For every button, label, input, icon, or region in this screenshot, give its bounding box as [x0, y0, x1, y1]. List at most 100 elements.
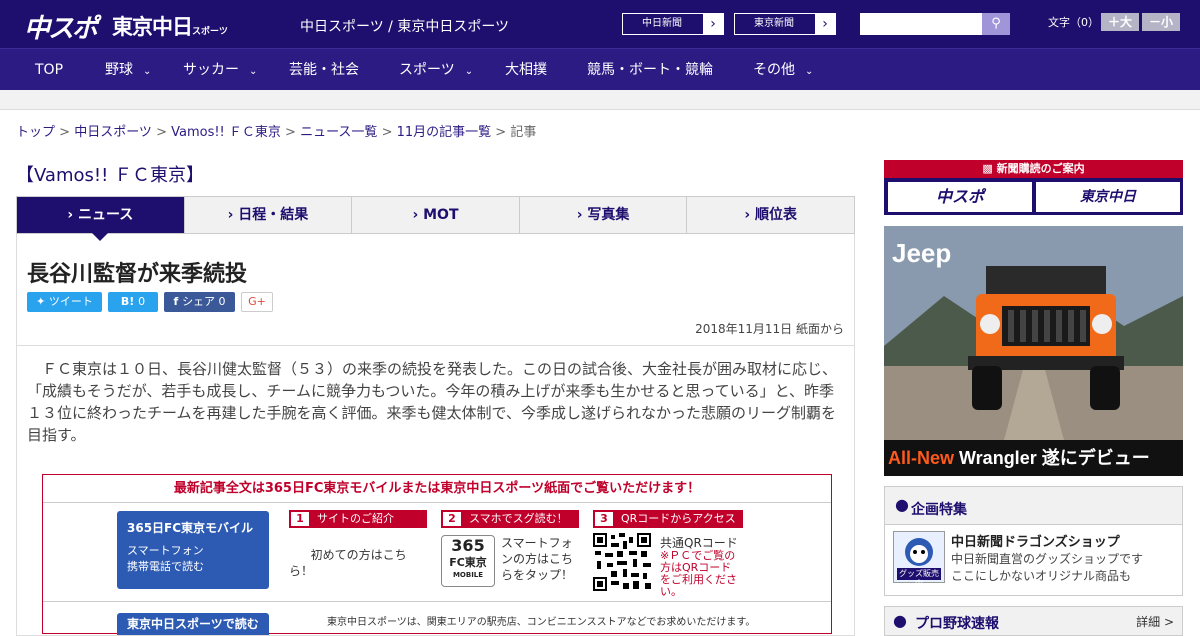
dragons-shop-icon[interactable]: グッズ販売中	[893, 531, 945, 588]
subscribe-tokyo-button[interactable]: 東京中日	[1036, 182, 1180, 212]
nav-sports[interactable]: スポーツ ⌄	[399, 49, 473, 91]
shop-description: 中日新聞直営のグッズショップです ここにしかないオリジナル商品も	[951, 552, 1144, 583]
app-fc-text: FC東京	[449, 556, 487, 569]
ad-headline: All-New Wrangler 遂にデビュー	[884, 440, 1183, 476]
article-date: 2018年11月11日 紙面から	[695, 322, 844, 336]
subscription-title: ▩ 新聞購読のご案内	[884, 160, 1183, 178]
search-button[interactable]: ⚲	[982, 13, 1010, 35]
top-header: 中スポ 東京中日スポーツ 中日スポーツ / 東京中日スポーツ 中日新聞 › 東京新…	[0, 0, 1200, 48]
feature-header: ● 企画特集	[885, 487, 1182, 525]
nav-label: その他	[753, 62, 795, 78]
search-icon: ⚲	[991, 16, 1001, 31]
nav-other[interactable]: その他 ⌄	[753, 49, 813, 91]
breadcrumb-top[interactable]: トップ	[16, 125, 55, 140]
breadcrumb-vamos[interactable]: Vamos!! ＦＣ東京	[171, 125, 281, 140]
step-smartphone: 2 スマホでスグ読む！	[441, 510, 579, 528]
tokyo-chunichi-logo[interactable]: 東京中日スポーツ	[112, 11, 228, 41]
ad-headline-text: Wrangler 遂にデビュー	[954, 448, 1150, 468]
newspaper-icon: ▩	[982, 162, 997, 175]
nav-sumo[interactable]: 大相撲	[505, 49, 547, 91]
nav-baseball[interactable]: 野球 ⌄	[105, 49, 151, 91]
facebook-share-button[interactable]: f シェア 0	[164, 292, 235, 312]
tokyo-sports-text: 東京中日スポーツは、関東エリアの駅売店、コンビニエンスストアなどでお求めいただけ…	[327, 617, 756, 628]
qr-code-icon	[593, 533, 651, 591]
nav-label: 競馬・ボート・競輪	[587, 62, 713, 78]
chevron-right-icon: ›	[703, 14, 723, 34]
breadcrumb-chuspo[interactable]: 中日スポーツ	[74, 125, 152, 140]
section-title: 【Vamos!! ＦＣ東京】	[16, 165, 205, 186]
facebook-label: シェア 0	[182, 295, 226, 308]
nav-top[interactable]: TOP	[35, 49, 63, 91]
hatena-icon: B!	[120, 295, 139, 308]
fc-tokyo-mobile-app-icon[interactable]: 365 FC東京 MOBILE	[441, 535, 495, 587]
jeep-ad-banner[interactable]: Jeep All-New Wrangler 遂にデビュー	[884, 226, 1183, 476]
tab-mot[interactable]: › MOT	[352, 197, 520, 233]
nav-label: スポーツ	[399, 62, 455, 78]
subscription-title-text: 新聞購読のご案内	[996, 162, 1085, 175]
qr-note: ※ＰＣでご覧の方はQRコードをご利用ください。	[660, 549, 737, 598]
chuspo-logo[interactable]: 中スポ	[24, 8, 98, 45]
subscribe-chuspo-button[interactable]: 中スポ	[888, 182, 1032, 212]
facebook-icon: f	[173, 295, 183, 308]
chunichi-shimbun-link[interactable]: 中日新聞 ›	[622, 13, 724, 35]
chunichi-shimbun-label: 中日新聞	[642, 18, 682, 29]
fc-tokyo-mobile-banner[interactable]: 365日FC東京モバイル スマートフォン 携帯電話で読む	[117, 511, 269, 589]
shop-badge-text: グッズ販売中	[899, 569, 939, 588]
tweet-button[interactable]: ✦ ツイート	[27, 292, 102, 312]
nav-entertainment[interactable]: 芸能・社会	[289, 49, 359, 91]
search-input[interactable]	[860, 13, 982, 35]
chevron-down-icon: ⌄	[464, 66, 474, 77]
app-365-text: 365	[451, 536, 485, 555]
step-label: QRコードからアクセス	[621, 512, 736, 525]
tab-news[interactable]: › ニュース	[17, 197, 185, 241]
subscription-promo: 最新記事全文は365日FC東京モバイルまたは東京中日スポーツ紙面でご覧いただけま…	[42, 474, 832, 635]
breadcrumb-november[interactable]: 11月の記事一覧	[397, 125, 492, 140]
step-smartphone-link[interactable]: スマートフォンの方はこちらをタップ！	[501, 535, 579, 583]
nav-label: 芸能・社会	[289, 62, 359, 78]
baseball-icon: ●	[893, 611, 907, 630]
breadcrumb-news-list[interactable]: ニュース一覧	[300, 125, 377, 140]
baseball-live-box: ● プロ野球速報 詳細 >	[884, 606, 1183, 636]
step-number: 1	[291, 512, 309, 526]
article-title: 長谷川監督が来季続投	[27, 262, 248, 287]
nav-soccer[interactable]: サッカー ⌄	[183, 49, 257, 91]
tokyo-chunichi-sports-banner[interactable]: 東京中日スポーツで読む	[117, 613, 269, 635]
tokyo-shimbun-label: 東京新聞	[754, 18, 794, 29]
step-number: 2	[443, 512, 461, 526]
feature-box: ● 企画特集 グッズ販売中 中日新聞ドラゴンズショップ 中日新聞直営のグッズショ…	[884, 486, 1183, 596]
hatena-count: 0	[138, 295, 146, 308]
tokyo-shimbun-link[interactable]: 東京新聞 ›	[734, 13, 836, 35]
chevron-down-icon: ⌄	[805, 66, 814, 77]
shop-name[interactable]: 中日新聞ドラゴンズショップ	[951, 531, 1120, 550]
font-larger-button[interactable]: ＋大	[1101, 13, 1139, 31]
article-body: ＦＣ東京は１０日、長谷川健太監督（５３）の来季の続投を発表した。この日の試合後、…	[16, 346, 855, 636]
hatena-button[interactable]: B! 0	[108, 292, 158, 312]
gplus-button[interactable]: G+	[241, 292, 273, 312]
ad-brand: Jeep	[892, 238, 952, 268]
baseball-title: プロ野球速報	[915, 616, 999, 632]
baseball-more-link[interactable]: 詳細 >	[1136, 613, 1174, 630]
promo-title: 最新記事全文は365日FC東京モバイルまたは東京中日スポーツ紙面でご覧いただけま…	[43, 475, 831, 503]
tab-schedule[interactable]: › 日程・結果	[185, 197, 353, 233]
mobile-title: 365日FC東京モバイル	[127, 521, 254, 535]
step-site-intro-link[interactable]: 初めての方はこちら！	[289, 547, 419, 579]
breadcrumb: トップ > 中日スポーツ > Vamos!! ＦＣ東京 > ニュース一覧 > 1…	[16, 125, 537, 140]
tweet-label: ツイート	[48, 295, 93, 308]
mobile-subtitle: スマートフォン 携帯電話で読む	[127, 544, 204, 573]
step-number: 3	[595, 512, 613, 526]
twitter-icon: ✦	[36, 295, 49, 308]
article-header: 長谷川監督が来季続投 ✦ ツイート B! 0 f シェア 0 G+ 2018年1…	[16, 234, 855, 346]
app-mobile-text: MOBILE	[452, 571, 484, 579]
main-nav: TOP 野球 ⌄ サッカー ⌄ 芸能・社会 スポーツ ⌄ 大相撲 競馬・ボート・競輪 …	[0, 48, 1200, 90]
font-smaller-button[interactable]: －小	[1142, 13, 1180, 31]
chevron-down-icon: ⌄	[249, 66, 258, 77]
nav-racing[interactable]: 競馬・ボート・競輪	[587, 49, 713, 91]
tokyo-logo-small: スポーツ	[192, 27, 228, 37]
gray-strip	[0, 90, 1200, 110]
tab-standings[interactable]: › 順位表	[687, 197, 854, 233]
nav-label: サッカー	[183, 62, 239, 78]
nav-label: TOP	[35, 62, 64, 78]
section-tabs: › ニュース › 日程・結果 › MOT › 写真集 › 順位表	[16, 196, 855, 241]
article-text: ＦＣ東京は１０日、長谷川健太監督（５３）の来季の続投を発表した。この日の試合後、…	[27, 360, 838, 444]
tab-photos[interactable]: › 写真集	[520, 197, 688, 233]
